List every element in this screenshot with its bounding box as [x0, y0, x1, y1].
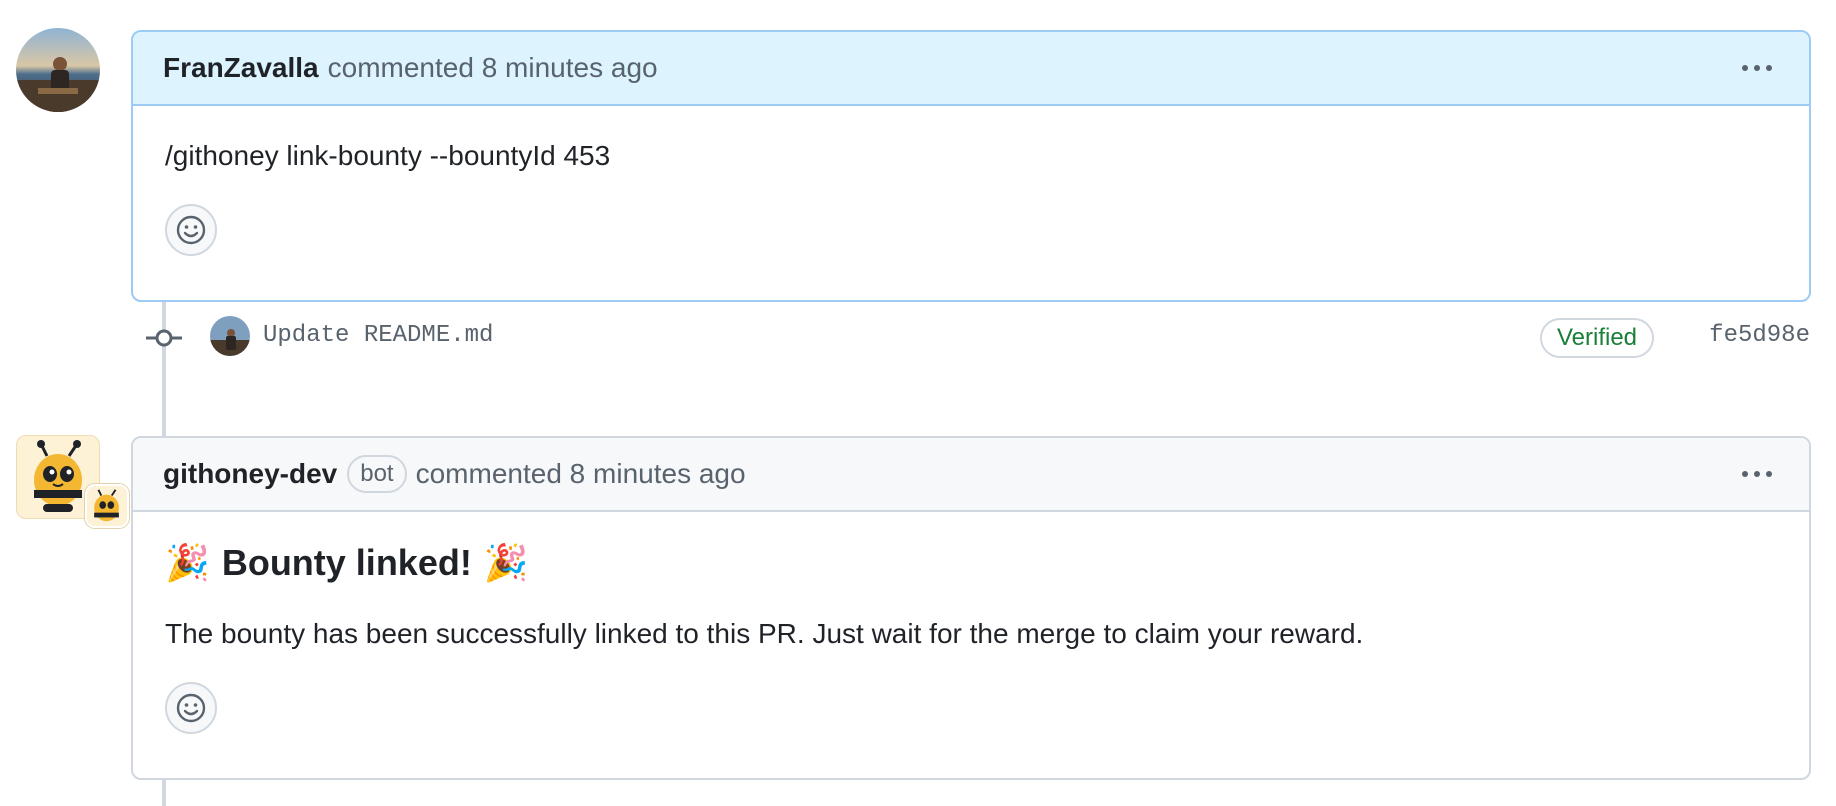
comment-author[interactable]: FranZavalla — [163, 52, 319, 84]
verified-badge[interactable]: Verified — [1540, 318, 1654, 358]
comment-body: /githoney link-bounty --bountyId 453 — [133, 140, 1809, 256]
party-popper-icon: 🎉 — [165, 542, 210, 583]
avatar-franzavalla[interactable] — [16, 28, 100, 112]
party-popper-icon: 🎉 — [483, 542, 529, 583]
smiley-icon — [176, 215, 206, 245]
comment-franzavalla: FranZavalla commented 8 minutes ago /git… — [131, 30, 1811, 302]
commit-message-link[interactable]: Update README.md — [263, 322, 493, 349]
comment-body: 🎉 Bounty linked! 🎉 The bounty has been s… — [133, 542, 1809, 734]
timeline-line — [162, 778, 166, 806]
smiley-icon — [176, 693, 206, 723]
kebab-horizontal-icon[interactable] — [1735, 53, 1779, 83]
commit-sha-link[interactable]: fe5d98e — [1709, 322, 1810, 349]
kebab-horizontal-icon[interactable] — [1735, 459, 1779, 489]
comment-text: The bounty has been successfully linked … — [165, 618, 1364, 649]
add-reaction-button[interactable] — [165, 682, 217, 734]
comment-author[interactable]: githoney-dev — [163, 458, 337, 490]
comment-text: /githoney link-bounty --bountyId 453 — [165, 140, 611, 171]
add-reaction-button[interactable] — [165, 204, 217, 256]
git-commit-icon — [146, 329, 182, 347]
heading-text: Bounty linked! — [221, 542, 472, 583]
comment-header: FranZavalla commented 8 minutes ago — [133, 32, 1809, 106]
commit-author-avatar[interactable] — [210, 316, 250, 356]
bot-badge: bot — [347, 455, 407, 493]
avatar-githoney-dev[interactable] — [16, 435, 129, 528]
bee-icon — [94, 489, 119, 522]
bot-app-badge — [85, 484, 129, 528]
comment-header: githoney-dev bot commented 8 minutes ago — [133, 438, 1809, 512]
comment-timestamp[interactable]: commented 8 minutes ago — [416, 458, 746, 490]
comment-heading: 🎉 Bounty linked! 🎉 — [165, 542, 1777, 584]
timeline-line — [162, 300, 166, 436]
comment-timestamp[interactable]: commented 8 minutes ago — [328, 52, 658, 84]
pr-timeline: FranZavalla commented 8 minutes ago /git… — [0, 0, 1836, 806]
comment-githoney-dev: githoney-dev bot commented 8 minutes ago… — [131, 436, 1811, 780]
